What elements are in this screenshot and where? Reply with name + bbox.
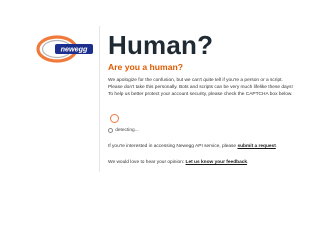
page-title: Human? xyxy=(108,30,214,60)
feedback-text: We would love to hear your opinion: Let … xyxy=(108,159,314,166)
personal-text: Please don't take this personally. Bots … xyxy=(108,85,293,90)
api-prefix: If you're interested in accessing Newegg… xyxy=(108,144,238,150)
captcha-status-text: detecting... xyxy=(115,128,139,134)
feedback-suffix: . xyxy=(247,160,249,166)
logo-wordmark: newegg xyxy=(61,44,88,53)
main-content: Human? Are you a human? We apologize for… xyxy=(108,30,314,166)
loading-spinner-icon xyxy=(110,114,119,123)
newegg-logo: newegg xyxy=(36,35,93,63)
captcha-widget[interactable] xyxy=(108,114,314,124)
captcha-status: detecting... xyxy=(108,128,314,134)
apology-text: We apologize for the confusion, but we c… xyxy=(108,78,283,83)
submit-request-link[interactable]: submit a request xyxy=(237,144,275,149)
feedback-prefix: We would love to hear your opinion: xyxy=(108,160,186,166)
api-suffix: . xyxy=(275,144,278,150)
captcha-instruction: To help us better protect your account s… xyxy=(108,92,293,97)
status-radio-icon xyxy=(108,128,114,134)
page-subtitle: Are you a human? xyxy=(108,62,183,72)
feedback-link[interactable]: Let us know your feedback xyxy=(186,160,248,165)
api-request-text: If you're interested in accessing Newegg… xyxy=(108,143,314,150)
vertical-divider xyxy=(99,26,100,172)
